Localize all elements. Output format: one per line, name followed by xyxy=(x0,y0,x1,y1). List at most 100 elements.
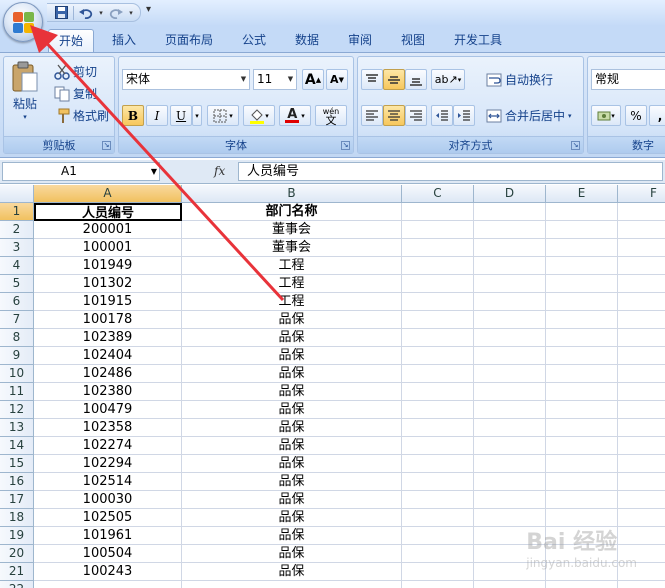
align-right-button[interactable] xyxy=(405,105,427,126)
tab-page-layout[interactable]: 页面布局 xyxy=(155,29,223,52)
table-cell[interactable] xyxy=(546,239,618,257)
table-cell[interactable]: 品保 xyxy=(182,347,402,365)
table-cell[interactable] xyxy=(474,347,546,365)
table-cell[interactable] xyxy=(402,437,474,455)
tab-review[interactable]: 审阅 xyxy=(338,29,382,52)
table-cell[interactable]: 董事会 xyxy=(182,221,402,239)
table-cell[interactable] xyxy=(402,221,474,239)
table-cell[interactable] xyxy=(546,437,618,455)
table-cell[interactable] xyxy=(402,275,474,293)
table-cell[interactable] xyxy=(474,221,546,239)
table-cell[interactable]: 102389 xyxy=(34,329,182,347)
table-cell[interactable] xyxy=(402,347,474,365)
decrease-indent-button[interactable] xyxy=(431,105,453,126)
table-cell[interactable] xyxy=(402,365,474,383)
align-left-button[interactable] xyxy=(361,105,383,126)
table-cell[interactable] xyxy=(546,455,618,473)
font-color-button[interactable]: A ▾ xyxy=(279,105,311,126)
name-box-dropdown-icon[interactable]: ▼ xyxy=(151,163,157,180)
tab-view[interactable]: 视图 xyxy=(391,29,435,52)
table-cell[interactable] xyxy=(546,293,618,311)
table-cell[interactable]: 工程 xyxy=(182,257,402,275)
table-cell[interactable] xyxy=(402,545,474,563)
table-cell[interactable] xyxy=(402,383,474,401)
table-cell[interactable] xyxy=(618,329,665,347)
column-header-f[interactable]: F xyxy=(618,185,665,203)
table-cell[interactable]: 品保 xyxy=(182,545,402,563)
row-header[interactable]: 1 xyxy=(0,203,34,221)
bold-button[interactable]: B xyxy=(122,105,144,126)
row-header[interactable]: 4 xyxy=(0,257,34,275)
row-header[interactable]: 22 xyxy=(0,581,34,588)
table-cell[interactable] xyxy=(618,221,665,239)
table-cell[interactable]: 102514 xyxy=(34,473,182,491)
table-cell[interactable] xyxy=(618,419,665,437)
table-cell[interactable] xyxy=(546,203,618,221)
undo-icon[interactable] xyxy=(78,5,94,20)
font-launcher-icon[interactable]: ↘ xyxy=(341,141,350,150)
table-cell[interactable] xyxy=(402,563,474,581)
table-cell[interactable] xyxy=(402,257,474,275)
table-cell[interactable]: 品保 xyxy=(182,509,402,527)
table-cell[interactable]: 部门名称 xyxy=(182,203,402,221)
table-cell[interactable] xyxy=(474,383,546,401)
table-cell[interactable] xyxy=(34,581,182,588)
table-cell[interactable] xyxy=(402,419,474,437)
table-cell[interactable] xyxy=(402,473,474,491)
row-header[interactable]: 2 xyxy=(0,221,34,239)
table-cell[interactable] xyxy=(546,581,618,588)
align-middle-button[interactable] xyxy=(383,69,405,90)
table-cell[interactable]: 101961 xyxy=(34,527,182,545)
table-cell[interactable] xyxy=(402,203,474,221)
table-cell[interactable] xyxy=(546,275,618,293)
table-cell[interactable] xyxy=(618,455,665,473)
number-format-select[interactable]: 常规 xyxy=(591,69,665,90)
tab-formulas[interactable]: 公式 xyxy=(232,29,276,52)
table-cell[interactable]: 102294 xyxy=(34,455,182,473)
table-cell[interactable] xyxy=(546,221,618,239)
percent-style-button[interactable]: % xyxy=(625,105,647,126)
phonetic-guide-button[interactable]: wén 文 xyxy=(315,105,347,126)
table-cell[interactable] xyxy=(474,419,546,437)
table-cell[interactable] xyxy=(474,491,546,509)
table-cell[interactable]: 董事会 xyxy=(182,239,402,257)
column-header-d[interactable]: D xyxy=(474,185,546,203)
table-cell[interactable] xyxy=(546,383,618,401)
paste-button[interactable]: 粘贴 ▾ xyxy=(10,61,40,121)
table-cell[interactable] xyxy=(474,203,546,221)
table-cell[interactable]: 工程 xyxy=(182,293,402,311)
table-cell[interactable] xyxy=(618,275,665,293)
row-header[interactable]: 9 xyxy=(0,347,34,365)
cut-button[interactable]: 剪切 xyxy=(54,63,97,80)
table-cell[interactable]: 100479 xyxy=(34,401,182,419)
table-cell[interactable]: 品保 xyxy=(182,527,402,545)
table-cell[interactable]: 品保 xyxy=(182,329,402,347)
table-cell[interactable] xyxy=(474,293,546,311)
clipboard-launcher-icon[interactable]: ↘ xyxy=(102,141,111,150)
table-cell[interactable] xyxy=(546,365,618,383)
table-cell[interactable]: 100030 xyxy=(34,491,182,509)
row-header[interactable]: 7 xyxy=(0,311,34,329)
table-cell[interactable] xyxy=(546,347,618,365)
table-cell[interactable]: 100243 xyxy=(34,563,182,581)
table-cell[interactable] xyxy=(402,239,474,257)
save-icon[interactable] xyxy=(53,5,69,20)
table-cell[interactable] xyxy=(618,365,665,383)
merge-center-button[interactable]: 合并后居中 ▾ xyxy=(486,107,572,124)
row-header[interactable]: 19 xyxy=(0,527,34,545)
table-cell[interactable]: 品保 xyxy=(182,563,402,581)
table-cell[interactable] xyxy=(618,437,665,455)
select-all-corner[interactable] xyxy=(0,185,34,203)
table-cell[interactable] xyxy=(474,275,546,293)
underline-button[interactable]: U xyxy=(170,105,192,126)
row-header[interactable]: 5 xyxy=(0,275,34,293)
table-cell[interactable] xyxy=(182,581,402,588)
table-cell[interactable] xyxy=(474,437,546,455)
table-cell[interactable]: 102358 xyxy=(34,419,182,437)
table-cell[interactable]: 品保 xyxy=(182,365,402,383)
table-cell[interactable]: 102486 xyxy=(34,365,182,383)
table-cell[interactable]: 100178 xyxy=(34,311,182,329)
tab-insert[interactable]: 插入 xyxy=(102,29,146,52)
row-header[interactable]: 3 xyxy=(0,239,34,257)
row-header[interactable]: 18 xyxy=(0,509,34,527)
